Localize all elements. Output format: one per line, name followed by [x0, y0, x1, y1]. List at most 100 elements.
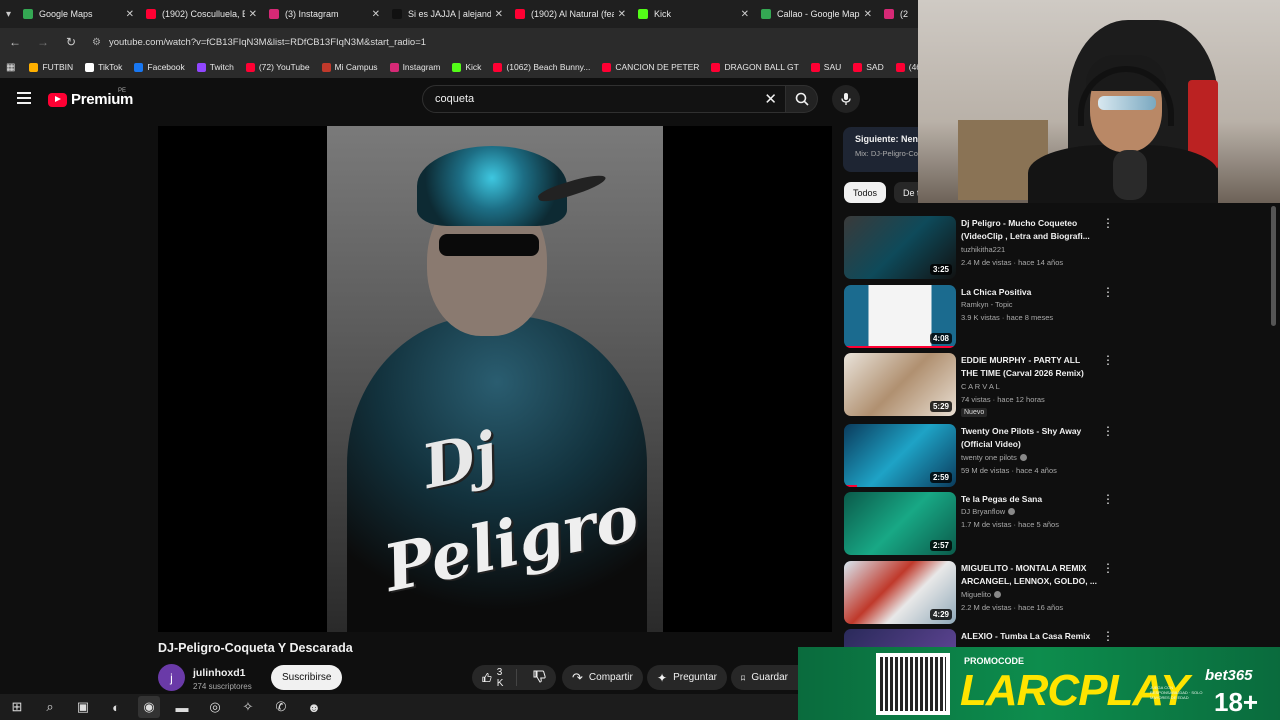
tab-search-icon[interactable]: ▾: [0, 0, 17, 28]
more-options-icon[interactable]: ⋮: [1102, 217, 1114, 229]
browser-tab[interactable]: Callao - Google Maps ✕: [755, 0, 878, 28]
bookmark-item[interactable]: Instagram: [389, 62, 440, 72]
recommended-channel[interactable]: tuzhikitha221: [961, 245, 1005, 254]
recommended-video[interactable]: 5:29 EDDIE MURPHY - PARTY ALL THE TIME (C…: [844, 353, 1119, 417]
bookmark-item[interactable]: SAU: [810, 62, 841, 72]
save-button[interactable]: Guardar: [731, 665, 798, 690]
voice-search-button[interactable]: [832, 85, 860, 113]
clear-search-icon[interactable]: ✕: [764, 90, 777, 108]
bookmark-item[interactable]: Kick: [452, 62, 481, 72]
dislike-button[interactable]: [523, 670, 556, 686]
search-button[interactable]: [786, 85, 818, 113]
forward-icon[interactable]: →: [36, 35, 50, 49]
store-icon[interactable]: ▣: [72, 696, 94, 718]
tab-close-icon[interactable]: ✕: [741, 9, 749, 20]
recommended-title[interactable]: Te la Pegas de Sana: [961, 493, 1097, 506]
url-field[interactable]: ⚙ youtube.com/watch?v=fCB13FIqN3M&list=R…: [92, 37, 910, 48]
bookmark-item[interactable]: Mi Campus: [321, 62, 378, 72]
bookmark-item[interactable]: CANCION DE PETER: [602, 62, 699, 72]
browser-tab[interactable]: (2: [878, 0, 918, 28]
youtube-logo[interactable]: Premium PE: [48, 88, 133, 108]
up-next-panel[interactable]: Siguiente: Nene Mix: DJ-Peligro-Co: [843, 127, 918, 172]
search-input[interactable]: coqueta: [435, 93, 474, 105]
browser-tab[interactable]: Si es JAJJA | alejandra ✕: [386, 0, 509, 28]
recommended-video[interactable]: 2:59 Twenty One Pilots - Shy Away (Offici…: [844, 424, 1119, 488]
more-options-icon[interactable]: ⋮: [1102, 354, 1114, 366]
bookmark-item[interactable]: Twitch: [196, 62, 234, 72]
tab-close-icon[interactable]: ✕: [495, 9, 503, 20]
tab-close-icon[interactable]: ✕: [618, 9, 626, 20]
video-thumbnail[interactable]: 4:29: [844, 561, 956, 624]
recommended-title[interactable]: MIGUELITO - MONTALA REMIX ARCANGEL, LENN…: [961, 562, 1097, 588]
recommended-video[interactable]: 3:25 Dj Peligro - Mucho Coqueteo (VideoCl…: [844, 216, 1119, 280]
bookmark-item[interactable]: TikTok: [85, 62, 122, 72]
app-icon[interactable]: ✧: [237, 696, 259, 718]
bookmark-item[interactable]: (72) YouTube: [245, 62, 310, 72]
video-thumbnail[interactable]: 5:29: [844, 353, 956, 416]
tab-close-icon[interactable]: ✕: [864, 9, 872, 20]
channel-avatar[interactable]: j: [158, 664, 185, 691]
recommended-video[interactable]: 4:29 MIGUELITO - MONTALA REMIX ARCANGEL, …: [844, 561, 1119, 625]
search-icon[interactable]: ⌕: [39, 696, 61, 718]
chrome-icon[interactable]: ◉: [138, 696, 160, 718]
browser-tab[interactable]: (1902) Cosculluela, Ba ✕: [140, 0, 263, 28]
video-thumbnail[interactable]: 4:08: [844, 285, 956, 348]
video-player[interactable]: Dj Peligro: [158, 126, 832, 632]
bookmark-item[interactable]: SAD: [853, 62, 884, 72]
more-options-icon[interactable]: ⋮: [1102, 562, 1114, 574]
edge-icon[interactable]: ◐: [105, 696, 127, 718]
bookmark-favicon-icon: [895, 62, 905, 72]
browser-tab[interactable]: (1902) Al Natural (fea ✕: [509, 0, 632, 28]
subscribe-button[interactable]: Suscribirse: [271, 665, 343, 690]
bookmark-item[interactable]: (1062) Beach Bunny...: [493, 62, 590, 72]
recommended-channel[interactable]: Ramkyn - Topic: [961, 300, 1013, 309]
recommended-video[interactable]: 2:57 Te la Pegas de Sana DJ Bryanflow 1.7 M…: [844, 492, 1119, 556]
whatsapp-icon[interactable]: ✆: [270, 696, 292, 718]
recommended-title[interactable]: EDDIE MURPHY - PARTY ALL THE TIME (Carva…: [961, 354, 1097, 380]
more-options-icon[interactable]: ⋮: [1102, 286, 1114, 298]
folder-icon[interactable]: ▬: [171, 696, 193, 718]
more-options-icon[interactable]: ⋮: [1102, 493, 1114, 505]
tab-close-icon[interactable]: ✕: [372, 9, 380, 20]
recommended-title[interactable]: La Chica Positiva: [961, 286, 1097, 299]
video-thumbnail[interactable]: 2:59: [844, 424, 956, 487]
channel-name[interactable]: julinhoxd1: [193, 667, 246, 679]
search-box[interactable]: coqueta ✕: [422, 85, 786, 113]
bookmark-item[interactable]: Facebook: [134, 62, 185, 72]
apps-icon[interactable]: ▦: [6, 62, 15, 73]
browser-tab[interactable]: Kick ✕: [632, 0, 755, 28]
browser-tab[interactable]: Google Maps ✕: [17, 0, 140, 28]
video-thumbnail[interactable]: 2:57: [844, 492, 956, 555]
recommended-channel[interactable]: twenty one pilots: [961, 453, 1027, 462]
site-info-icon[interactable]: ⚙: [92, 37, 101, 48]
tab-close-icon[interactable]: ✕: [249, 9, 257, 20]
opera-icon[interactable]: ◎: [204, 696, 226, 718]
windows-start-icon[interactable]: ⊞: [6, 696, 28, 718]
reload-icon[interactable]: ↻: [64, 35, 78, 49]
tab-close-icon[interactable]: ✕: [126, 9, 134, 20]
more-options-icon[interactable]: ⋮: [1102, 425, 1114, 437]
bookmark-item[interactable]: FUTBIN: [29, 62, 73, 72]
discord-icon[interactable]: ☻: [303, 696, 325, 718]
recommended-video[interactable]: 4:08 La Chica Positiva Ramkyn - Topic 3.9 K…: [844, 285, 1119, 349]
bookmark-item[interactable]: DRAGON BALL GT: [711, 62, 799, 72]
share-button[interactable]: ↷ Compartir: [562, 665, 643, 690]
recommended-title[interactable]: Dj Peligro - Mucho Coqueteo (VideoClip ,…: [961, 217, 1097, 243]
recommended-channel[interactable]: DJ Bryanflow: [961, 507, 1016, 516]
back-icon[interactable]: ←: [8, 35, 22, 49]
recommended-video[interactable]: ALEXIO - Tumba La Casa Remix ⋮: [844, 629, 1119, 647]
recommended-channel[interactable]: C A R V A L: [961, 382, 1000, 391]
menu-icon[interactable]: [17, 92, 31, 104]
ask-button[interactable]: ✦ Preguntar: [647, 665, 727, 690]
browser-tab[interactable]: (3) Instagram ✕: [263, 0, 386, 28]
sidebar-scrollbar[interactable]: [1271, 206, 1276, 326]
more-options-icon[interactable]: ⋮: [1102, 630, 1114, 642]
like-button[interactable]: 3 K: [472, 667, 517, 689]
recommended-title[interactable]: Twenty One Pilots - Shy Away (Official V…: [961, 425, 1097, 451]
recommended-channel[interactable]: Miguelito: [961, 590, 1002, 599]
chip-all[interactable]: Todos: [844, 182, 887, 203]
video-thumbnail[interactable]: 3:25: [844, 216, 956, 279]
bookmark-item[interactable]: (463) James A: [895, 62, 918, 72]
recommended-title[interactable]: ALEXIO - Tumba La Casa Remix: [961, 630, 1097, 643]
video-thumbnail[interactable]: [844, 629, 956, 647]
